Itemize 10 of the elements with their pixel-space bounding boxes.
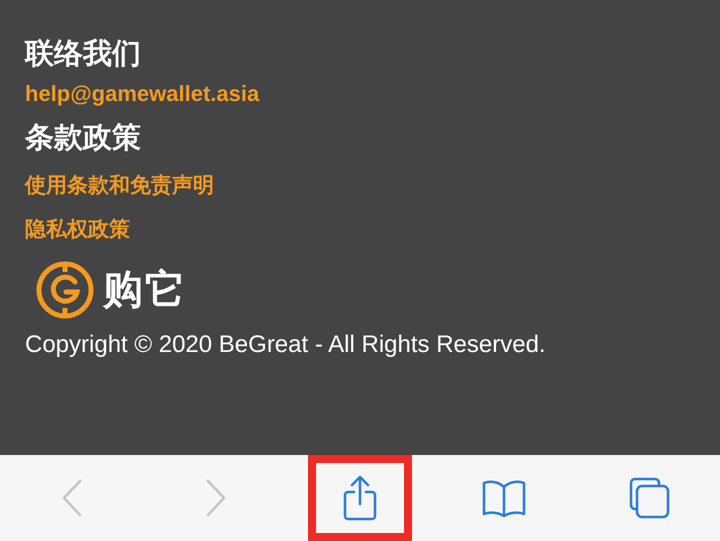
- policy-heading: 条款政策: [25, 121, 141, 156]
- logo-text: 购它: [103, 267, 187, 314]
- contact-heading: 联络我们: [25, 37, 141, 72]
- policy-link[interactable]: 隐私权政策: [25, 214, 130, 246]
- copyright-text: Copyright © 2020 BeGreat - All Rights Reserved.: [25, 330, 546, 360]
- policy-link[interactable]: 使用条款和免责声明: [25, 170, 214, 202]
- book-icon: [481, 479, 527, 517]
- email-link[interactable]: help@gamewallet.asia: [25, 78, 260, 110]
- logo-icon: [35, 260, 95, 320]
- share-button[interactable]: [308, 455, 412, 541]
